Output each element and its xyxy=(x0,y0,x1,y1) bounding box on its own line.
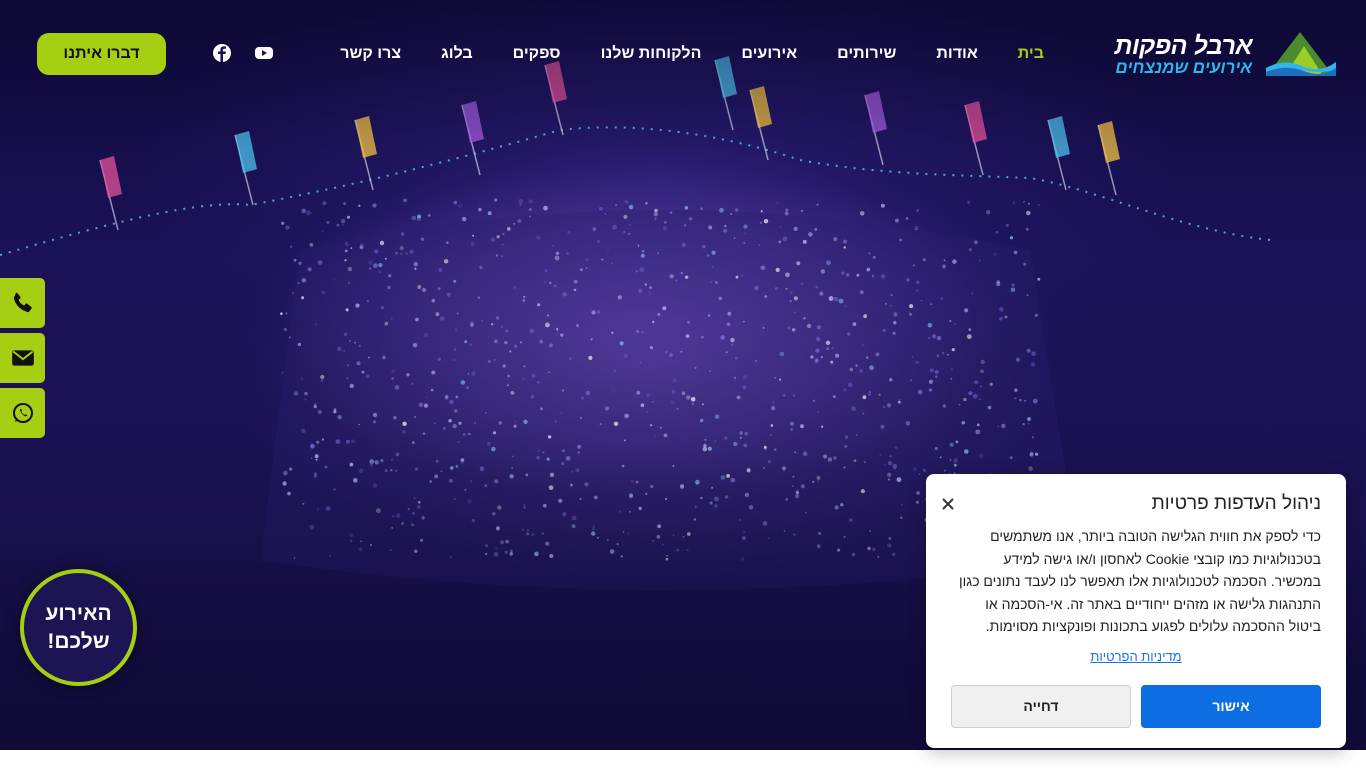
site-header: ארבל הפקות אירועים שמנצחים בית אודות שיר… xyxy=(0,0,1366,108)
nav-item-events[interactable]: אירועים xyxy=(741,44,797,64)
nav-item-suppliers[interactable]: ספקים xyxy=(513,44,561,64)
phone-icon xyxy=(13,292,32,313)
main-nav: בית אודות שירותים אירועים הלקוחות שלנו ס… xyxy=(340,44,1044,64)
badge-line-2: שלכם! xyxy=(47,629,110,653)
privacy-policy-link[interactable]: מדיניות הפרטיות xyxy=(926,649,1346,664)
your-event-badge[interactable]: האירוע שלכם! xyxy=(20,569,137,686)
nav-item-clients[interactable]: הלקוחות שלנו xyxy=(601,44,702,64)
email-icon xyxy=(11,350,34,366)
contact-cta-button[interactable]: דברו איתנו xyxy=(37,33,166,75)
deny-button[interactable]: דחייה xyxy=(951,685,1131,728)
cookie-consent-dialog: ניהול העדפות פרטיות כדי לספק את חווית הג… xyxy=(926,474,1346,748)
cookie-dialog-text: כדי לספק את חווית הגלישה הטובה ביותר, אנ… xyxy=(959,528,1321,634)
nav-item-blog[interactable]: בלוג xyxy=(441,44,473,64)
whatsapp-button[interactable] xyxy=(0,388,45,438)
logo-title: ארבל הפקות xyxy=(1114,32,1253,60)
cookie-dialog-title: ניהול העדפות פרטיות xyxy=(1151,493,1321,514)
mountain-logo-icon xyxy=(1266,32,1336,76)
nav-item-home[interactable]: בית xyxy=(1018,44,1044,64)
phone-button[interactable] xyxy=(0,278,45,328)
close-icon[interactable] xyxy=(940,496,956,512)
accept-button[interactable]: אישור xyxy=(1141,685,1321,728)
facebook-icon[interactable] xyxy=(212,43,232,63)
youtube-icon[interactable] xyxy=(254,43,274,63)
nav-item-services[interactable]: שירותים xyxy=(837,44,896,64)
nav-item-about[interactable]: אודות xyxy=(936,44,977,64)
nav-item-contact[interactable]: צרו קשר xyxy=(340,44,401,64)
site-logo[interactable]: ארבל הפקות אירועים שמנצחים xyxy=(1112,28,1336,80)
logo-subtitle: אירועים שמנצחים xyxy=(1115,58,1252,77)
whatsapp-icon xyxy=(12,403,33,423)
social-links xyxy=(212,43,274,63)
badge-line-1: האירוע xyxy=(45,601,112,625)
email-button[interactable] xyxy=(0,333,45,383)
